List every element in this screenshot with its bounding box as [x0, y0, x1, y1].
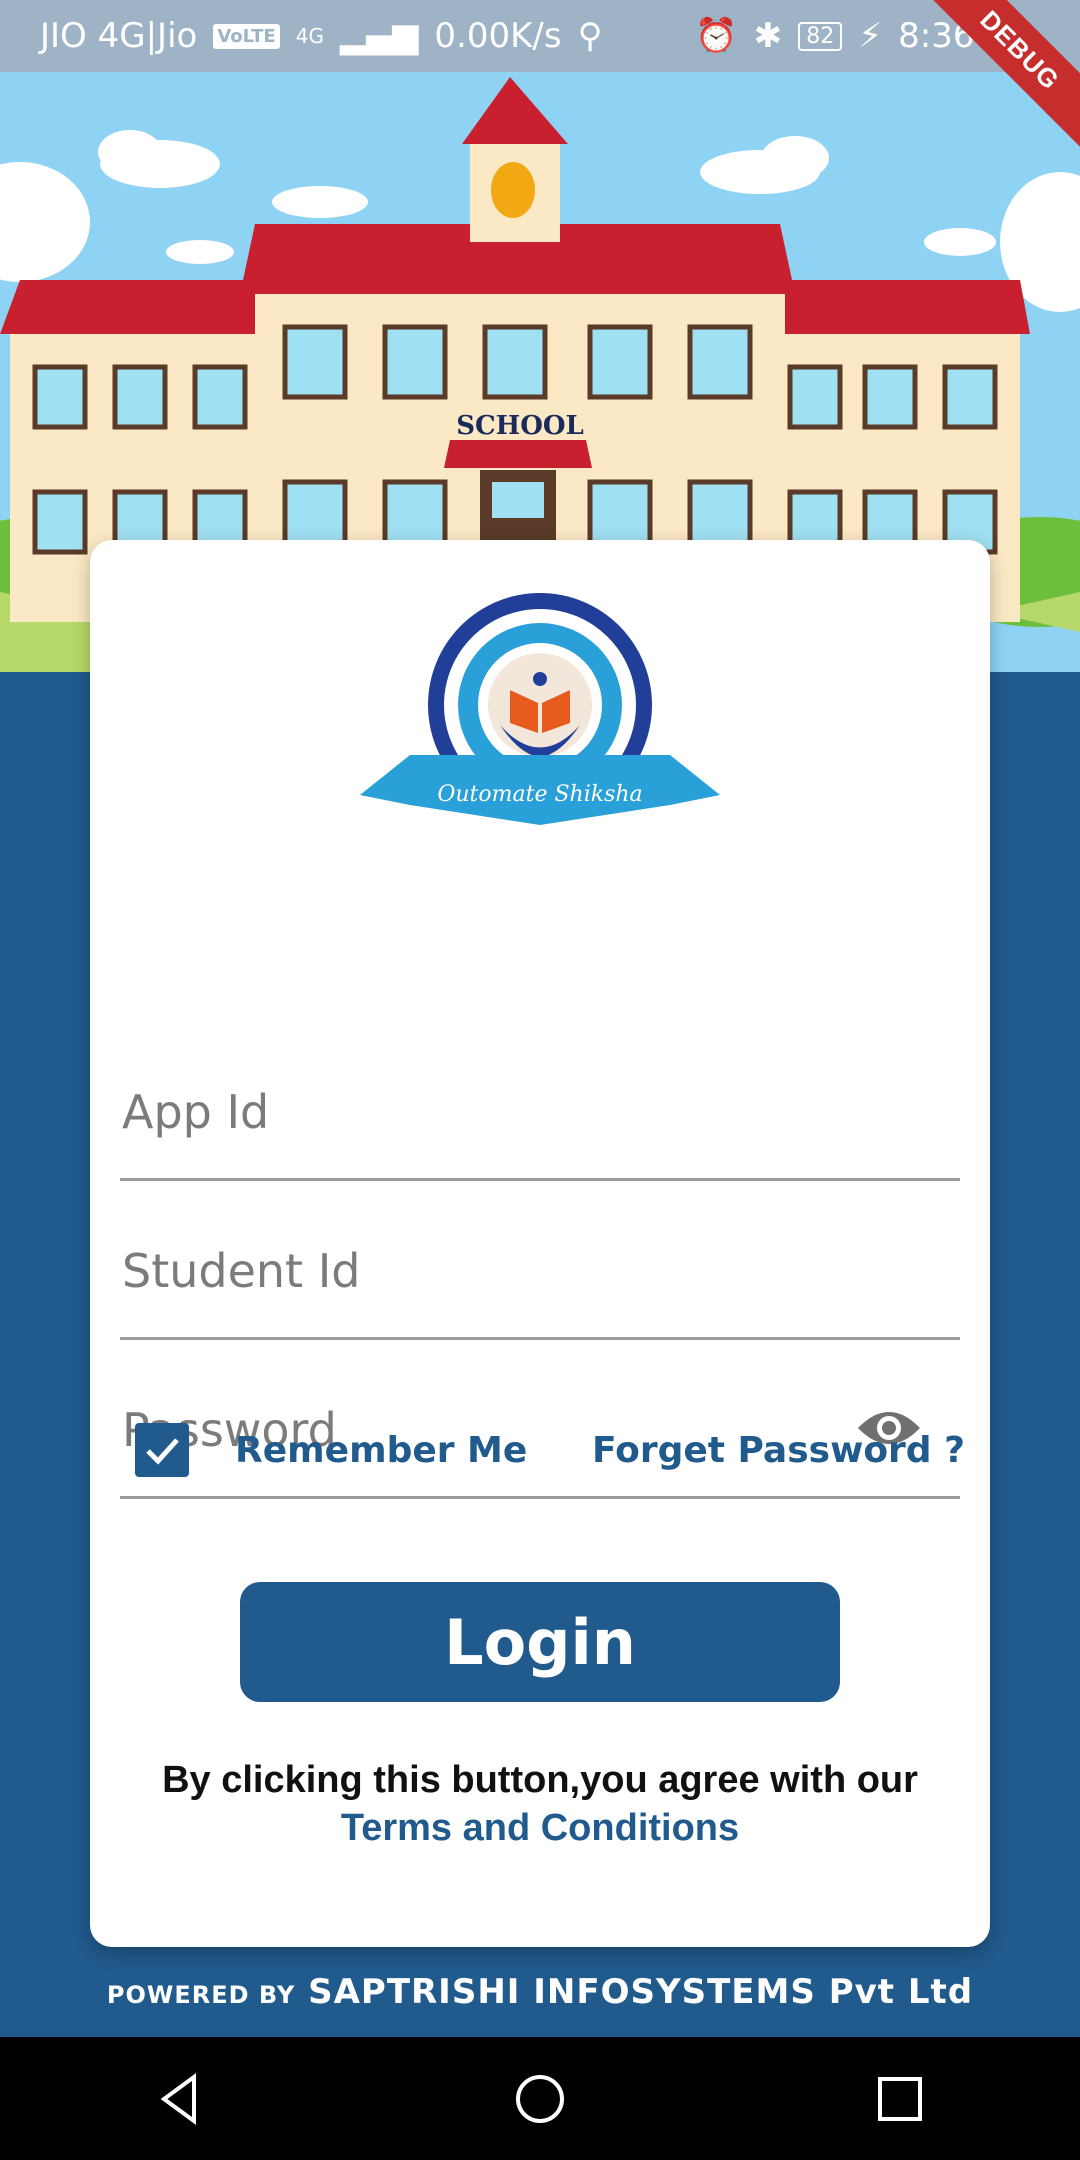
- terms-link[interactable]: Terms and Conditions: [341, 1807, 739, 1849]
- home-icon[interactable]: [495, 2054, 585, 2144]
- navigation-bar: [0, 2037, 1080, 2160]
- remember-controls: Remember Me Forget Password ?: [135, 1420, 965, 1480]
- remember-me-label[interactable]: Remember Me: [235, 1430, 527, 1471]
- status-bar: JIO 4G|Jio VoLTE 4G ▂▄▆ 0.00K/s ⚲ ⏰ ✱ 82…: [0, 0, 1080, 72]
- app-id-field[interactable]: [120, 1058, 960, 1181]
- app-id-input[interactable]: [120, 1084, 884, 1140]
- battery-icon: 82: [798, 21, 843, 51]
- recents-icon[interactable]: [855, 2054, 945, 2144]
- alarm-icon: ⏰: [695, 16, 738, 56]
- forgot-password-link[interactable]: Forget Password ?: [592, 1430, 965, 1471]
- usb-icon: ⚲: [577, 16, 603, 56]
- volte-badge: VoLTE: [213, 23, 280, 49]
- status-left: JIO 4G|Jio VoLTE 4G ▂▄▆ 0.00K/s ⚲: [40, 16, 603, 56]
- network-type: 4G: [295, 24, 324, 48]
- logo-text: Outomate Shiksha: [437, 782, 642, 807]
- bluetooth-icon: ✱: [753, 16, 783, 56]
- charging-icon: ⚡: [858, 16, 883, 56]
- login-button[interactable]: Login: [240, 1582, 840, 1702]
- login-card: Outomate Shiksha Remember Me For: [90, 540, 990, 1947]
- signal-icon: ▂▄▆: [339, 16, 419, 56]
- check-icon: [146, 1438, 179, 1465]
- powered-by-label: POWERED BY: [106, 1981, 296, 2009]
- student-id-input[interactable]: [120, 1243, 884, 1299]
- terms-prefix: By clicking this button,you agree with o…: [162, 1759, 918, 1801]
- student-id-field[interactable]: [120, 1217, 960, 1340]
- network-speed: 0.00K/s: [434, 16, 562, 56]
- school-sign: SCHOOL: [456, 411, 584, 441]
- powered-by-footer: POWERED BY SAPTRISHI INFOSYSTEMS Pvt Ltd: [0, 1972, 1080, 2012]
- back-icon[interactable]: [135, 2054, 225, 2144]
- company-name: SAPTRISHI INFOSYSTEMS: [308, 1972, 816, 2012]
- remember-checkbox[interactable]: [135, 1423, 189, 1477]
- terms-text: By clicking this button,you agree with o…: [90, 1756, 990, 1852]
- company-suffix: Pvt Ltd: [828, 1972, 974, 2012]
- outomate-shiksha-logo: Outomate Shiksha: [350, 585, 730, 845]
- carrier-text: JIO 4G|Jio: [40, 16, 198, 56]
